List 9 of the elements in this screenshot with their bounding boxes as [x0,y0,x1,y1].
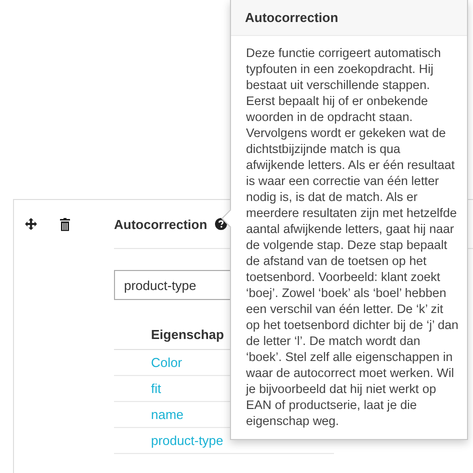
trash-icon[interactable] [60,218,70,230]
move-icon[interactable] [25,218,37,230]
popover-title: Autocorrection [231,0,467,36]
help-icon[interactable] [215,218,228,230]
property-link[interactable]: fit [151,381,162,396]
property-link[interactable]: name [151,407,184,422]
property-link[interactable]: product-type [151,433,224,448]
section-title: Autocorrection [114,216,208,232]
property-link[interactable]: Color [151,355,182,370]
